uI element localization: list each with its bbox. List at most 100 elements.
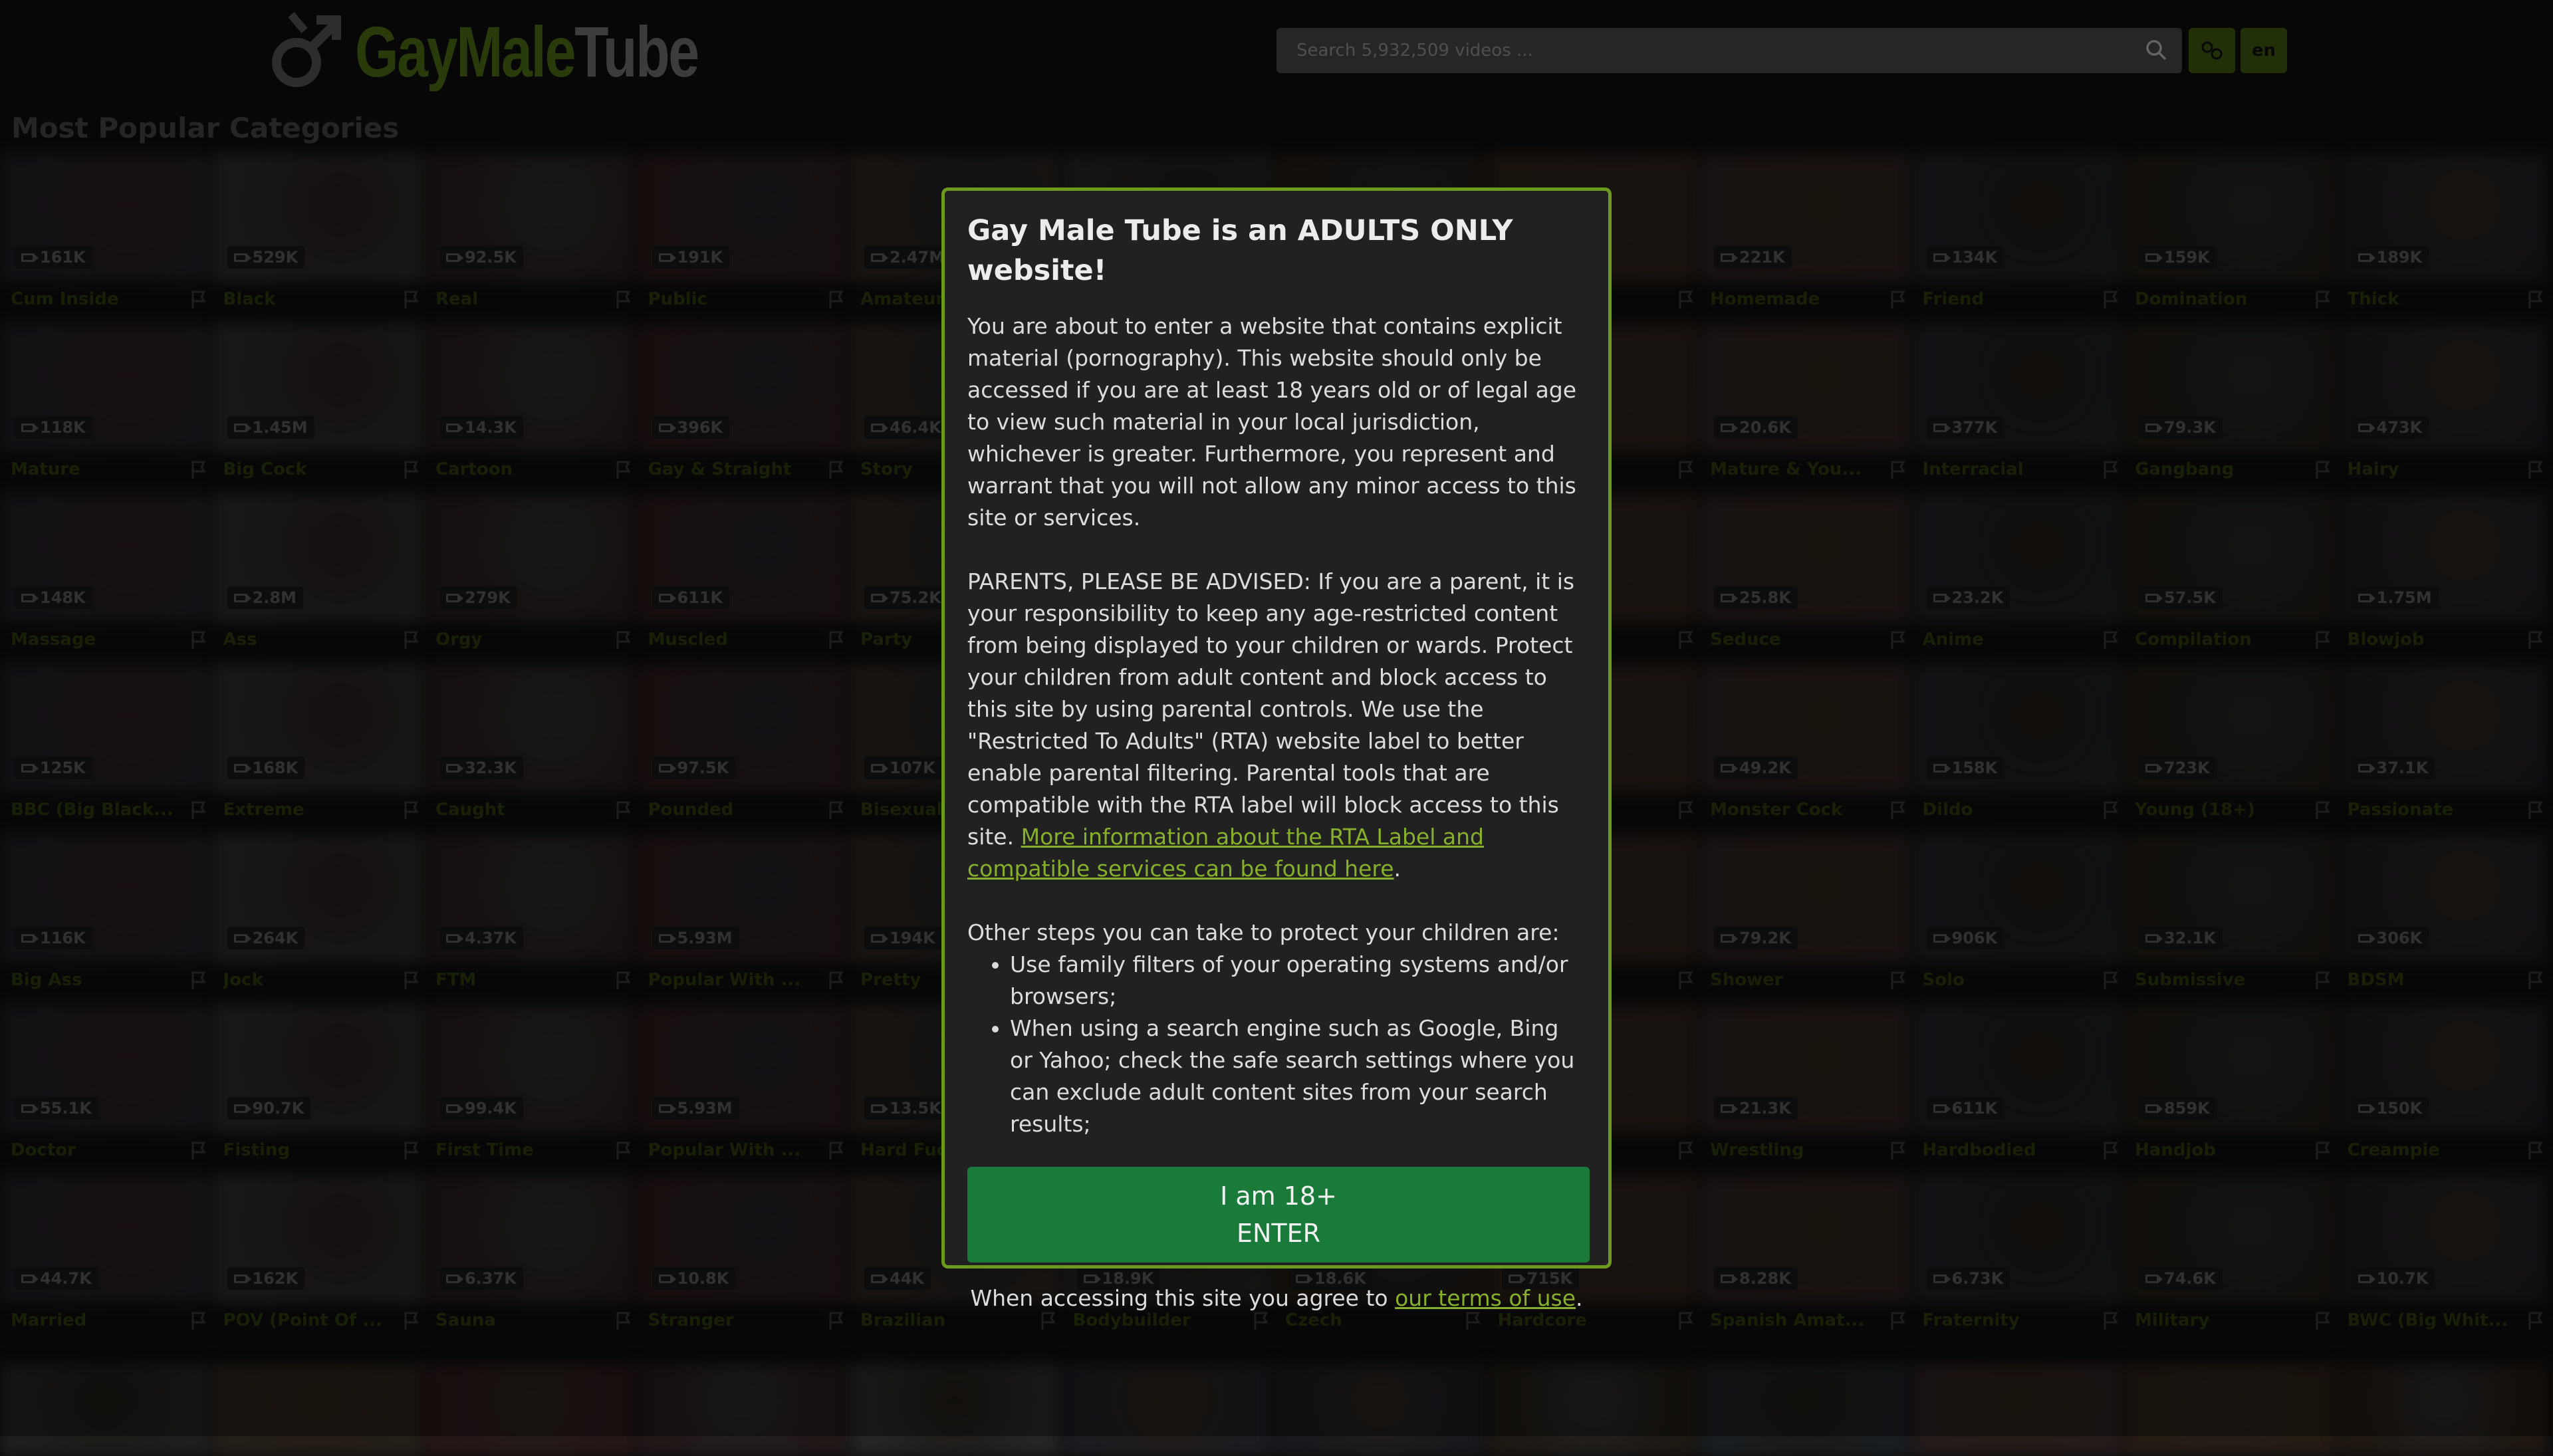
report-flag-icon[interactable] <box>2527 1311 2544 1331</box>
report-flag-icon[interactable] <box>615 630 632 650</box>
category-name[interactable]: Military <box>2135 1310 2301 1330</box>
report-flag-icon[interactable] <box>190 1141 207 1161</box>
category-name[interactable]: Solo <box>1923 970 2089 990</box>
category-name[interactable]: Gangbang <box>2135 459 2301 479</box>
report-flag-icon[interactable] <box>1889 630 1907 650</box>
category-tile[interactable]: 32.3K Caught <box>425 664 636 834</box>
category-tile[interactable]: 125K BBC (Big Black... <box>0 664 211 834</box>
category-tile[interactable]: 1.75M Blowjob <box>2336 493 2548 664</box>
category-thumbnail[interactable] <box>1275 1363 1486 1456</box>
report-flag-icon[interactable] <box>2314 290 2332 310</box>
category-name[interactable]: Monster Cock <box>1710 800 1876 820</box>
category-tile[interactable]: 8.28K Spanish Amat... <box>1699 1174 1911 1344</box>
category-tile[interactable]: 23.2K Anime <box>1911 493 2124 664</box>
report-flag-icon[interactable] <box>828 1141 845 1161</box>
category-tile[interactable]: 14.3K Cartoon <box>425 323 636 493</box>
category-tile[interactable]: 10.7K BWC (Big Whit... <box>2336 1174 2548 1344</box>
category-name[interactable]: Sauna <box>435 1310 602 1330</box>
category-name[interactable]: Spanish Amat... <box>1710 1310 1876 1330</box>
category-tile[interactable]: 32.1K Submissive <box>2124 834 2336 1004</box>
report-flag-icon[interactable] <box>190 290 207 310</box>
report-flag-icon[interactable] <box>615 1141 632 1161</box>
category-name[interactable]: First Time <box>435 1140 602 1160</box>
report-flag-icon[interactable] <box>828 1311 845 1331</box>
report-flag-icon[interactable] <box>1677 1141 1695 1161</box>
report-flag-icon[interactable] <box>1465 1311 1482 1331</box>
report-flag-icon[interactable] <box>190 800 207 820</box>
category-name[interactable]: Caught <box>435 800 602 820</box>
category-thumbnail[interactable] <box>0 1363 211 1456</box>
category-name[interactable]: Massage <box>11 630 177 650</box>
category-thumbnail[interactable] <box>212 1363 424 1456</box>
category-tile[interactable]: 221K Homemade <box>1699 153 1911 323</box>
report-flag-icon[interactable] <box>2102 1311 2120 1331</box>
category-name[interactable]: Anime <box>1923 630 2089 650</box>
category-tile[interactable]: 148K Massage <box>0 493 211 664</box>
category-name[interactable]: FTM <box>435 970 602 990</box>
category-name[interactable]: Czech <box>1285 1310 1451 1330</box>
category-tile[interactable]: 6.37K Sauna <box>425 1174 636 1344</box>
category-name[interactable]: Popular With ... <box>648 970 814 990</box>
category-thumbnail[interactable] <box>1911 1363 2124 1456</box>
report-flag-icon[interactable] <box>2314 800 2332 820</box>
report-flag-icon[interactable] <box>1677 630 1695 650</box>
category-tile[interactable]: 162K POV (Point Of ... <box>212 1174 424 1344</box>
report-flag-icon[interactable] <box>1677 971 1695 991</box>
category-thumbnail[interactable] <box>2124 1363 2336 1456</box>
category-name[interactable]: Interracial <box>1923 459 2089 479</box>
category-name[interactable]: Pounded <box>648 800 814 820</box>
category-tile[interactable]: 79.2K Shower <box>1699 834 1911 1004</box>
report-flag-icon[interactable] <box>403 630 420 650</box>
category-tile[interactable]: 5.93M Popular With ... <box>637 834 849 1004</box>
report-flag-icon[interactable] <box>1889 290 1907 310</box>
report-flag-icon[interactable] <box>1889 1141 1907 1161</box>
category-tile[interactable]: 859K Handjob <box>2124 1004 2336 1174</box>
report-flag-icon[interactable] <box>190 460 207 480</box>
category-tile[interactable]: 906K Solo <box>1911 834 2124 1004</box>
category-tile[interactable]: 161K Cum Inside <box>0 153 211 323</box>
category-tile[interactable]: 57.5K Compilation <box>2124 493 2336 664</box>
category-name[interactable]: Mature & You... <box>1710 459 1876 479</box>
category-tile[interactable]: 2.8M Ass <box>212 493 424 664</box>
category-name[interactable]: Wrestling <box>1710 1140 1876 1160</box>
category-name[interactable]: Cartoon <box>435 459 602 479</box>
report-flag-icon[interactable] <box>2527 290 2544 310</box>
report-flag-icon[interactable] <box>2527 971 2544 991</box>
category-name[interactable]: Orgy <box>435 630 602 650</box>
category-tile[interactable]: 44.7K Married <box>0 1174 211 1344</box>
category-name[interactable]: BWC (Big Whit... <box>2348 1310 2514 1330</box>
report-flag-icon[interactable] <box>1677 290 1695 310</box>
category-name[interactable]: Fisting <box>223 1140 390 1160</box>
category-tile[interactable]: 159K Domination <box>2124 153 2336 323</box>
category-tile[interactable]: 6.73K Fraternity <box>1911 1174 2124 1344</box>
category-name[interactable]: BBC (Big Black... <box>11 800 177 820</box>
category-tile[interactable]: 264K Jock <box>212 834 424 1004</box>
category-thumbnail[interactable] <box>1062 1363 1274 1456</box>
category-tile[interactable]: 611K Muscled <box>637 493 849 664</box>
category-thumbnail[interactable] <box>1699 1363 1911 1456</box>
category-name[interactable]: Mature <box>11 459 177 479</box>
report-flag-icon[interactable] <box>828 800 845 820</box>
filter-button[interactable] <box>2189 28 2235 73</box>
category-tile[interactable]: 55.1K Doctor <box>0 1004 211 1174</box>
report-flag-icon[interactable] <box>2102 630 2120 650</box>
category-name[interactable]: Gay & Straight <box>648 459 814 479</box>
category-name[interactable]: Big Cock <box>223 459 390 479</box>
category-tile[interactable]: 473K Hairy <box>2336 323 2548 493</box>
category-name[interactable]: Extreme <box>223 800 390 820</box>
category-name[interactable]: Shower <box>1710 970 1876 990</box>
report-flag-icon[interactable] <box>828 630 845 650</box>
category-tile[interactable]: 97.5K Pounded <box>637 664 849 834</box>
category-tile[interactable]: 79.3K Gangbang <box>2124 323 2336 493</box>
report-flag-icon[interactable] <box>1889 800 1907 820</box>
category-name[interactable]: POV (Point Of ... <box>223 1310 390 1330</box>
category-name[interactable]: Submissive <box>2135 970 2301 990</box>
report-flag-icon[interactable] <box>828 971 845 991</box>
report-flag-icon[interactable] <box>2102 971 2120 991</box>
category-tile[interactable]: 168K Extreme <box>212 664 424 834</box>
category-name[interactable]: Handjob <box>2135 1140 2301 1160</box>
category-name[interactable]: Married <box>11 1310 177 1330</box>
report-flag-icon[interactable] <box>2314 1311 2332 1331</box>
report-flag-icon[interactable] <box>2102 460 2120 480</box>
category-tile[interactable]: 25.8K Seduce <box>1699 493 1911 664</box>
